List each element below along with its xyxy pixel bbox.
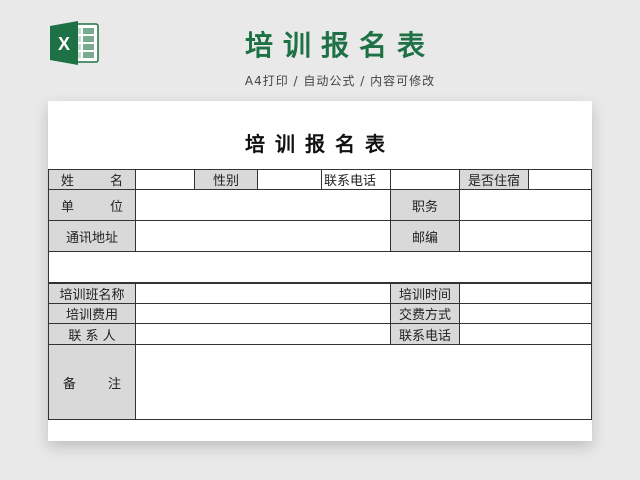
label-remark: 备 注 — [48, 344, 136, 420]
label-class-name: 培训班名称 — [48, 283, 136, 304]
input-gender[interactable] — [257, 169, 322, 190]
input-train-fee[interactable] — [135, 303, 391, 324]
input-class-name[interactable] — [135, 283, 391, 304]
label-unit: 单 位 — [48, 189, 136, 221]
label-unit-part-1: 单 — [61, 199, 75, 215]
label-gender: 性别 — [194, 169, 258, 190]
label-train-fee: 培训费用 — [48, 303, 136, 324]
input-contact[interactable] — [135, 323, 391, 345]
page-title: 培训报名表 — [244, 29, 435, 62]
label-train-time: 培训时间 — [390, 283, 460, 304]
input-lodging[interactable] — [528, 169, 592, 190]
label-address: 通讯地址 — [48, 220, 136, 252]
label-name-part-1: 姓 — [61, 174, 75, 189]
label-contact: 联 系 人 — [48, 323, 136, 345]
label-phone: 联系电话 — [321, 169, 391, 190]
input-unit[interactable] — [135, 189, 391, 221]
input-train-time[interactable] — [459, 283, 592, 304]
input-position[interactable] — [459, 189, 592, 221]
input-remark[interactable] — [135, 344, 592, 420]
input-phone-2[interactable] — [459, 323, 592, 345]
label-lodging: 是否住宿 — [459, 169, 529, 190]
page-subtitle: A4打印 / 自动公式 / 内容可修改 — [244, 74, 436, 88]
blank-row[interactable] — [48, 251, 592, 283]
input-pay-method[interactable] — [459, 303, 592, 324]
input-phone[interactable] — [390, 169, 460, 190]
input-name[interactable] — [135, 169, 195, 190]
label-pay-method: 交费方式 — [390, 303, 460, 324]
label-unit-part-2: 位 — [109, 199, 123, 215]
form-grid: 姓 名 性别 联系电话 是否住宿 单 位 职务 通讯地址 邮编 培训班名称 培训… — [48, 101, 592, 441]
label-postcode: 邮编 — [390, 220, 460, 252]
label-remark-part-2: 注 — [107, 376, 121, 392]
label-name-part-2: 名 — [109, 174, 123, 189]
label-phone-2: 联系电话 — [390, 323, 460, 345]
label-remark-part-1: 备 — [63, 376, 77, 392]
input-address[interactable] — [135, 220, 391, 252]
form-sheet: 培训报名表 姓 名 性别 联系电话 是否住宿 单 位 职务 通讯地址 邮编 培训… — [48, 101, 592, 441]
label-name: 姓 名 — [48, 169, 136, 190]
label-position: 职务 — [390, 189, 460, 221]
input-postcode[interactable] — [459, 220, 592, 252]
